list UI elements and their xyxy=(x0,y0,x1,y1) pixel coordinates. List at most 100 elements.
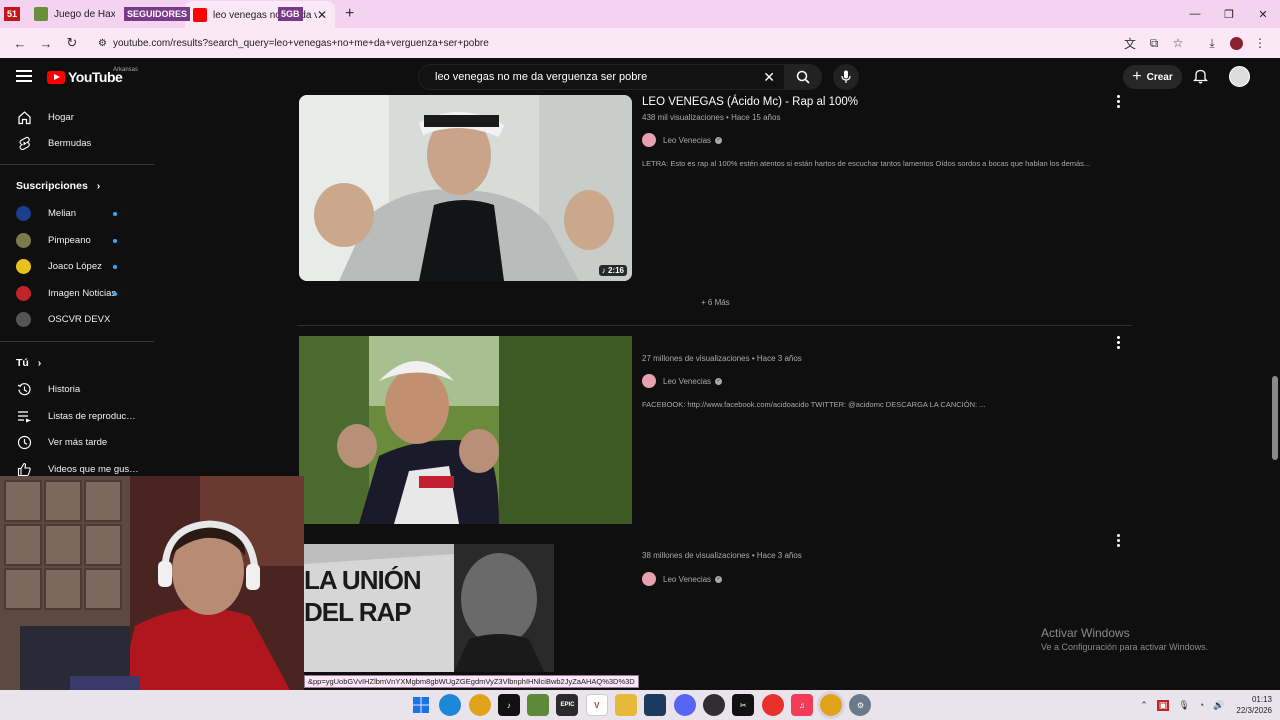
view-count: 438 mil visualizaciones xyxy=(642,113,724,122)
webcam-overlay xyxy=(0,476,304,690)
more-actions-icon[interactable] xyxy=(1117,336,1121,351)
activate-windows-subtitle: Ve a Configuración para activar Windows. xyxy=(1041,642,1209,652)
clock-time: 01:13 xyxy=(1251,695,1272,704)
show-more-link[interactable]: + 6 Más xyxy=(701,298,730,307)
section-divider xyxy=(297,325,1132,326)
more-actions-icon[interactable] xyxy=(1117,534,1121,549)
close-window-icon[interactable]: ✕ xyxy=(1246,0,1280,28)
new-tab-button[interactable]: + xyxy=(335,5,364,23)
close-tab-icon[interactable]: ✕ xyxy=(317,8,327,22)
file-icon[interactable] xyxy=(615,694,638,716)
you-header[interactable]: Tú › xyxy=(16,357,41,369)
menu-icon[interactable] xyxy=(16,70,32,82)
video-thumbnail[interactable]: ♪ 2:16 xyxy=(299,95,632,281)
video-title[interactable]: LEO VENEGAS (Ácido Mc) - Rap al 100% xyxy=(642,96,858,108)
chevron-up-icon[interactable]: ⌃ xyxy=(1140,700,1148,711)
subscriptions-title: Suscripciones xyxy=(16,180,88,192)
translate-icon[interactable]: 文 xyxy=(1118,31,1142,55)
channel-link[interactable]: Leo Venecias ✓ xyxy=(642,133,723,147)
account-avatar[interactable] xyxy=(1229,66,1250,87)
sidebar-item-subscription[interactable]: Joaco López xyxy=(16,256,102,276)
upload-age: Hace 15 años xyxy=(731,113,781,122)
search-input[interactable]: leo venegas no me da verguenza ser pobre… xyxy=(418,64,786,90)
video-thumbnail[interactable] xyxy=(299,336,632,524)
channel-name: Leo Venecias xyxy=(663,376,712,386)
video-thumbnail[interactable]: LA UNIÓN DEL RAP xyxy=(304,544,554,672)
install-app-icon[interactable]: ⧉ xyxy=(1142,31,1166,55)
reload-icon[interactable]: ↻ xyxy=(60,31,84,55)
epic-games-icon[interactable]: EPIC xyxy=(556,694,579,716)
back-icon[interactable]: ← xyxy=(8,31,32,55)
clock[interactable]: 01:13 22/3/2026 xyxy=(1236,694,1272,716)
youtube-logo[interactable]: YouTube xyxy=(47,69,123,85)
chevron-right-icon: › xyxy=(96,180,101,192)
language-icon[interactable]: ▣ xyxy=(1156,699,1170,711)
volume-icon[interactable]: 🔊 xyxy=(1213,700,1224,711)
playlists-icon xyxy=(16,408,32,424)
tab-label: Juego de Haxball xyxy=(54,8,115,20)
sidebar-item-history[interactable]: Historia xyxy=(16,379,80,399)
valorant-icon[interactable]: V xyxy=(585,694,608,716)
clock-date: 22/3/2026 xyxy=(1236,706,1272,715)
sidebar-item-subscription[interactable]: OSCVR DEVX xyxy=(16,309,110,329)
page-scrollbar[interactable] xyxy=(1270,58,1280,690)
download-icon[interactable]: ⤓ xyxy=(1200,31,1224,55)
sidebar-item-shorts[interactable]: Bermudas xyxy=(16,133,91,153)
forward-icon[interactable]: → xyxy=(34,31,58,55)
obs-icon[interactable] xyxy=(702,694,725,716)
sidebar-item-subscription[interactable]: Pimpeano xyxy=(16,230,91,250)
minecraft-icon[interactable] xyxy=(527,694,550,716)
voice-search-button[interactable] xyxy=(833,64,859,90)
channel-avatar xyxy=(642,374,656,388)
windows-start-icon[interactable] xyxy=(410,694,432,716)
notifications-bell-icon[interactable] xyxy=(1193,68,1208,84)
video-meta: 38 millones de visualizaciones • Hace 3 … xyxy=(642,551,802,560)
restore-icon[interactable]: ❐ xyxy=(1212,0,1246,28)
sidebar-divider xyxy=(0,164,154,165)
channel-link[interactable]: Leo Venecias ✓ xyxy=(642,572,723,586)
subscriptions-header[interactable]: Suscripciones › xyxy=(16,180,100,192)
edge-icon[interactable] xyxy=(439,694,462,716)
sidebar-item-home[interactable]: Hogar xyxy=(16,107,74,127)
minimize-icon[interactable]: — xyxy=(1178,0,1212,28)
sidebar-item-label: Videos que me gus… xyxy=(48,463,139,475)
create-button[interactable]: + Crear xyxy=(1123,65,1182,89)
upload-age: Hace 3 años xyxy=(756,354,802,363)
history-icon xyxy=(16,381,32,397)
sidebar-item-subscription[interactable]: Melian xyxy=(16,203,76,223)
tab-youtube[interactable]: leo venegas no me da verguenza ✕ xyxy=(185,1,335,29)
profile-avatar-icon[interactable] xyxy=(1224,31,1248,55)
bookmark-star-icon[interactable]: ☆ xyxy=(1166,31,1190,55)
subscription-label: Melian xyxy=(48,207,76,219)
address-bar[interactable]: ⚙ youtube.com/results?search_query=leo+v… xyxy=(90,31,1118,55)
shorts-icon xyxy=(16,135,32,151)
site-info-icon[interactable]: ⚙ xyxy=(98,38,107,49)
link-url-tooltip: &pp=ygUobGVvIHZlbmVnYXMgbm8gbWUgZGEgdmVy… xyxy=(304,675,639,688)
more-actions-icon[interactable] xyxy=(1117,95,1121,110)
wifi-icon[interactable]: ◔ xyxy=(1199,700,1204,710)
scrollbar-thumb[interactable] xyxy=(1272,376,1278,460)
sidebar-item-subscription[interactable]: Imagen Noticias xyxy=(16,283,116,303)
discord-icon[interactable] xyxy=(673,694,696,716)
upload-age: Hace 3 años xyxy=(756,551,802,560)
sidebar-item-label: Listas de reproduc… xyxy=(48,410,136,422)
steam-icon[interactable] xyxy=(644,694,667,716)
capcut-icon[interactable]: ✂ xyxy=(732,694,755,716)
browser-menu-icon[interactable]: ⋮ xyxy=(1248,31,1272,55)
music-icon[interactable]: ♫ xyxy=(790,694,813,716)
stream-overlay-label: SEGUIDORES xyxy=(124,7,191,21)
clear-search-icon[interactable]: ✕ xyxy=(763,69,775,86)
anydesk-icon[interactable] xyxy=(761,694,784,716)
sidebar-item-playlists[interactable]: Listas de reproduc… xyxy=(16,406,136,426)
microphone-icon[interactable]: 🎙 xyxy=(1178,700,1189,711)
channel-avatar xyxy=(16,232,31,248)
chrome-icon[interactable] xyxy=(468,694,491,716)
tiktok-icon[interactable]: ♪ xyxy=(497,694,520,716)
subscription-label: Joaco López xyxy=(48,260,102,272)
channel-link[interactable]: Leo Venecias ✓ xyxy=(642,374,723,388)
settings-gear-icon[interactable]: ⚙ xyxy=(849,694,872,716)
sidebar-item-watch-later[interactable]: Ver más tarde xyxy=(16,432,107,452)
chrome-active-icon[interactable] xyxy=(820,694,843,716)
search-button[interactable] xyxy=(784,64,822,90)
create-label: Crear xyxy=(1146,71,1173,83)
